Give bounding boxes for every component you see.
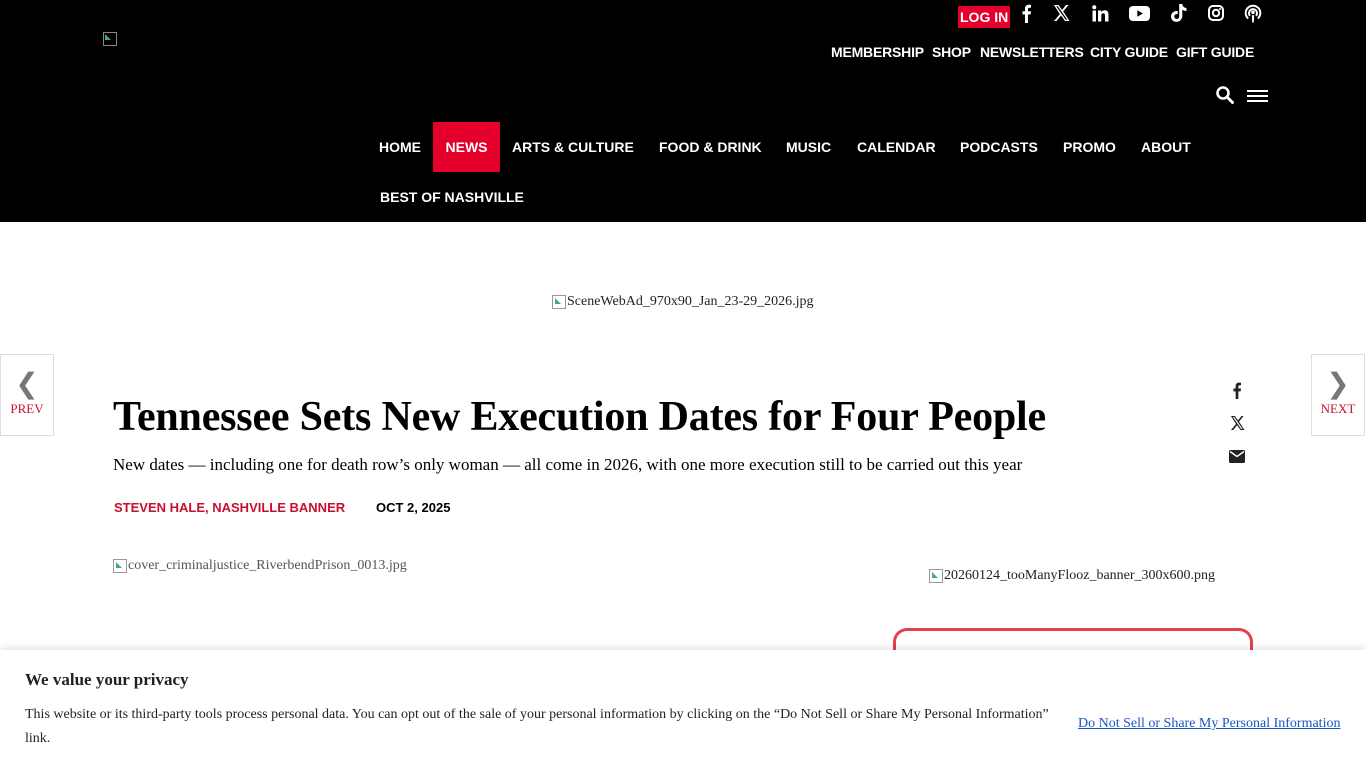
consent-heading: We value your privacy: [25, 670, 189, 689]
broken-image-icon: [113, 559, 127, 573]
privacy-consent-banner: We value your privacy This website or it…: [0, 650, 1366, 768]
article-date: OCT 2, 2025: [376, 500, 451, 515]
article-subtitle: New dates — including one for death row’…: [113, 455, 1023, 474]
nav-about[interactable]: ABOUT: [1141, 139, 1191, 155]
linkedin-icon[interactable]: [1091, 3, 1109, 23]
next-label: NEXT: [1320, 401, 1356, 416]
share-x-icon[interactable]: [1228, 414, 1246, 432]
article-byline[interactable]: STEVEN HALE, NASHVILLE BANNER: [114, 500, 345, 515]
hero-image-alt-text: cover_criminaljustice_RiverbendPrison_00…: [128, 558, 407, 573]
instagram-icon[interactable]: [1207, 3, 1224, 23]
nav-home[interactable]: HOME: [379, 139, 421, 155]
nav-food-drink[interactable]: FOOD & DRINK: [659, 139, 762, 155]
hero-image: cover_criminaljustice_RiverbendPrison_00…: [113, 558, 407, 574]
nav-arts-culture[interactable]: ARTS & CULTURE: [512, 139, 634, 155]
search-icon[interactable]: [1216, 86, 1234, 109]
top-banner-alt-text: SceneWebAd_970x90_Jan_23-29_2026.jpg: [567, 294, 814, 309]
top-banner-ad[interactable]: SceneWebAd_970x90_Jan_23-29_2026.jpg: [552, 294, 814, 310]
chevron-left-icon: ❮: [15, 367, 39, 400]
article-title: Tennessee Sets New Execution Dates for F…: [113, 394, 1046, 440]
membership-link[interactable]: MEMBERSHIP: [831, 44, 924, 60]
login-button[interactable]: LOG IN: [958, 6, 1011, 28]
broken-image-icon: [929, 569, 943, 583]
newsletters-link[interactable]: NEWSLETTERS: [980, 44, 1084, 60]
shop-link[interactable]: SHOP: [932, 44, 971, 60]
next-article-button[interactable]: ❯ NEXT: [1311, 354, 1365, 436]
facebook-icon[interactable]: [1019, 3, 1033, 23]
site-header: LOG IN MEMBERSHIP SHOP NEWSLETTERS CITY …: [0, 0, 1366, 222]
side-banner-ad[interactable]: 20260124_tooManyFlooz_banner_300x600.png: [929, 568, 1215, 584]
nav-calendar[interactable]: CALENDAR: [857, 139, 936, 155]
city-guide-link[interactable]: CITY GUIDE: [1090, 44, 1168, 60]
prev-label: PREV: [10, 401, 44, 416]
x-icon[interactable]: [1052, 3, 1070, 23]
nav-news[interactable]: NEWS: [433, 122, 500, 172]
nav-best-of-nashville[interactable]: BEST OF NASHVILLE: [380, 189, 524, 205]
hamburger-menu-icon[interactable]: [1247, 90, 1268, 105]
gift-guide-link[interactable]: GIFT GUIDE: [1176, 44, 1254, 60]
share-email-icon[interactable]: [1228, 447, 1246, 465]
consent-body: This website or its third-party tools pr…: [25, 707, 1049, 746]
youtube-icon[interactable]: [1128, 3, 1150, 23]
nav-music[interactable]: MUSIC: [786, 139, 831, 155]
chevron-right-icon: ❯: [1326, 367, 1350, 400]
prev-article-button[interactable]: ❮ PREV: [0, 354, 54, 436]
podcast-icon[interactable]: [1243, 3, 1262, 23]
share-facebook-icon[interactable]: [1228, 381, 1246, 399]
tiktok-icon[interactable]: [1170, 3, 1187, 23]
broken-image-icon: [552, 295, 566, 309]
nav-podcasts[interactable]: PODCASTS: [960, 139, 1038, 155]
nav-promo[interactable]: PROMO: [1063, 139, 1116, 155]
site-logo[interactable]: [103, 32, 119, 48]
side-banner-alt-text: 20260124_tooManyFlooz_banner_300x600.png: [944, 568, 1216, 583]
do-not-sell-link[interactable]: Do Not Sell or Share My Personal Informa…: [1078, 716, 1340, 732]
